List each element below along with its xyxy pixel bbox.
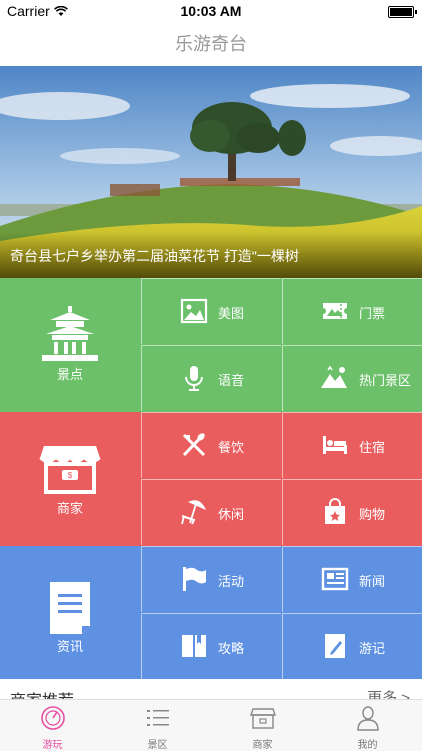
events-button[interactable]: 活动 [141, 546, 281, 612]
shopping-label: 购物 [359, 507, 386, 522]
hero-banner[interactable]: 奇台县七户乡举办第二届油菜花节 打造"一棵树 [0, 66, 422, 278]
landscape-icon [321, 365, 347, 388]
merchants-label: 商家 [56, 501, 83, 516]
tab-scenic-label: 景区 [147, 740, 168, 751]
tab-play-label: 游玩 [42, 740, 63, 751]
svg-text:$: $ [68, 471, 73, 480]
audio-guide-label: 语音 [218, 373, 245, 388]
clock: 10:03 AM [180, 3, 242, 19]
pavilion-icon [42, 306, 98, 361]
tab-merchants[interactable]: 商家 [210, 700, 315, 751]
umbrella-chair-icon [181, 500, 206, 525]
document-icon [50, 582, 90, 634]
photos-label: 美图 [218, 306, 245, 321]
scenic-label: 景点 [56, 367, 83, 382]
dining-label: 餐饮 [218, 440, 245, 455]
travelogue-label: 游记 [359, 641, 386, 656]
guides-label: 攻略 [218, 641, 245, 656]
hot-spots-label: 热门景区 [359, 373, 412, 388]
tab-me[interactable]: 我的 [315, 700, 420, 751]
section-merchants: $ 商家 餐饮 住宿 休闲 购物 [0, 412, 422, 546]
guides-button[interactable]: 攻略 [141, 613, 281, 679]
section-scenic: 景点 美图 门票 语音 热门景区 [0, 278, 422, 412]
hero-caption: 奇台县七户乡举办第二届油菜花节 打造"一棵树 [10, 248, 299, 264]
leisure-button[interactable]: 休闲 [141, 479, 281, 545]
tickets-label: 门票 [359, 306, 386, 321]
utensils-icon [182, 432, 206, 457]
hot-spots-button[interactable]: 热门景区 [282, 345, 422, 411]
section-news: 资讯 活动 新闻 攻略 游记 [0, 546, 422, 680]
lodging-label: 住宿 [359, 440, 386, 455]
tab-scenic[interactable]: 景区 [105, 700, 210, 751]
store-icon [250, 708, 276, 729]
hero-caption-overlay: 奇台县七户乡举办第二届油菜花节 打造"一棵树 [0, 232, 422, 278]
info-button[interactable]: 资讯 [0, 546, 140, 680]
journal-pen-icon [325, 634, 345, 658]
audio-guide-button[interactable]: 语音 [141, 345, 281, 411]
shopping-bag-icon [325, 498, 345, 524]
photos-button[interactable]: 美图 [141, 278, 281, 344]
tab-bar: 游玩 景区 商家 我的 [0, 699, 422, 751]
leisure-label: 休闲 [218, 507, 245, 522]
guide-book-icon [182, 635, 206, 657]
photo-icon [180, 298, 208, 324]
dining-button[interactable]: 餐饮 [141, 412, 281, 478]
shopping-button[interactable]: 购物 [282, 479, 422, 545]
tab-merchants-label: 商家 [252, 740, 273, 751]
scenic-button[interactable]: 景点 [0, 278, 140, 412]
merchants-button[interactable]: $ 商家 [0, 412, 140, 546]
tickets-button[interactable]: 门票 [282, 278, 422, 344]
tab-play[interactable]: 游玩 [0, 700, 105, 751]
travelogue-button[interactable]: 游记 [282, 613, 422, 679]
page-title: 乐游奇台 [175, 34, 247, 54]
compass-icon [41, 706, 65, 730]
status-bar: Carrier 10:03 AM [0, 0, 422, 22]
flag-icon [183, 567, 206, 591]
ticket-icon [323, 303, 347, 319]
news-button[interactable]: 新闻 [282, 546, 422, 612]
battery-icon [388, 6, 417, 18]
user-icon [357, 706, 379, 731]
info-label: 资讯 [56, 639, 83, 654]
microphone-icon [185, 366, 203, 391]
events-label: 活动 [218, 574, 245, 589]
tab-me-label: 我的 [357, 740, 378, 751]
bed-icon [323, 436, 347, 454]
news-label: 新闻 [359, 574, 386, 589]
list-icon [147, 710, 169, 726]
lodging-button[interactable]: 住宿 [282, 412, 422, 478]
newspaper-icon [321, 567, 349, 591]
shop-icon: $ [39, 446, 101, 494]
